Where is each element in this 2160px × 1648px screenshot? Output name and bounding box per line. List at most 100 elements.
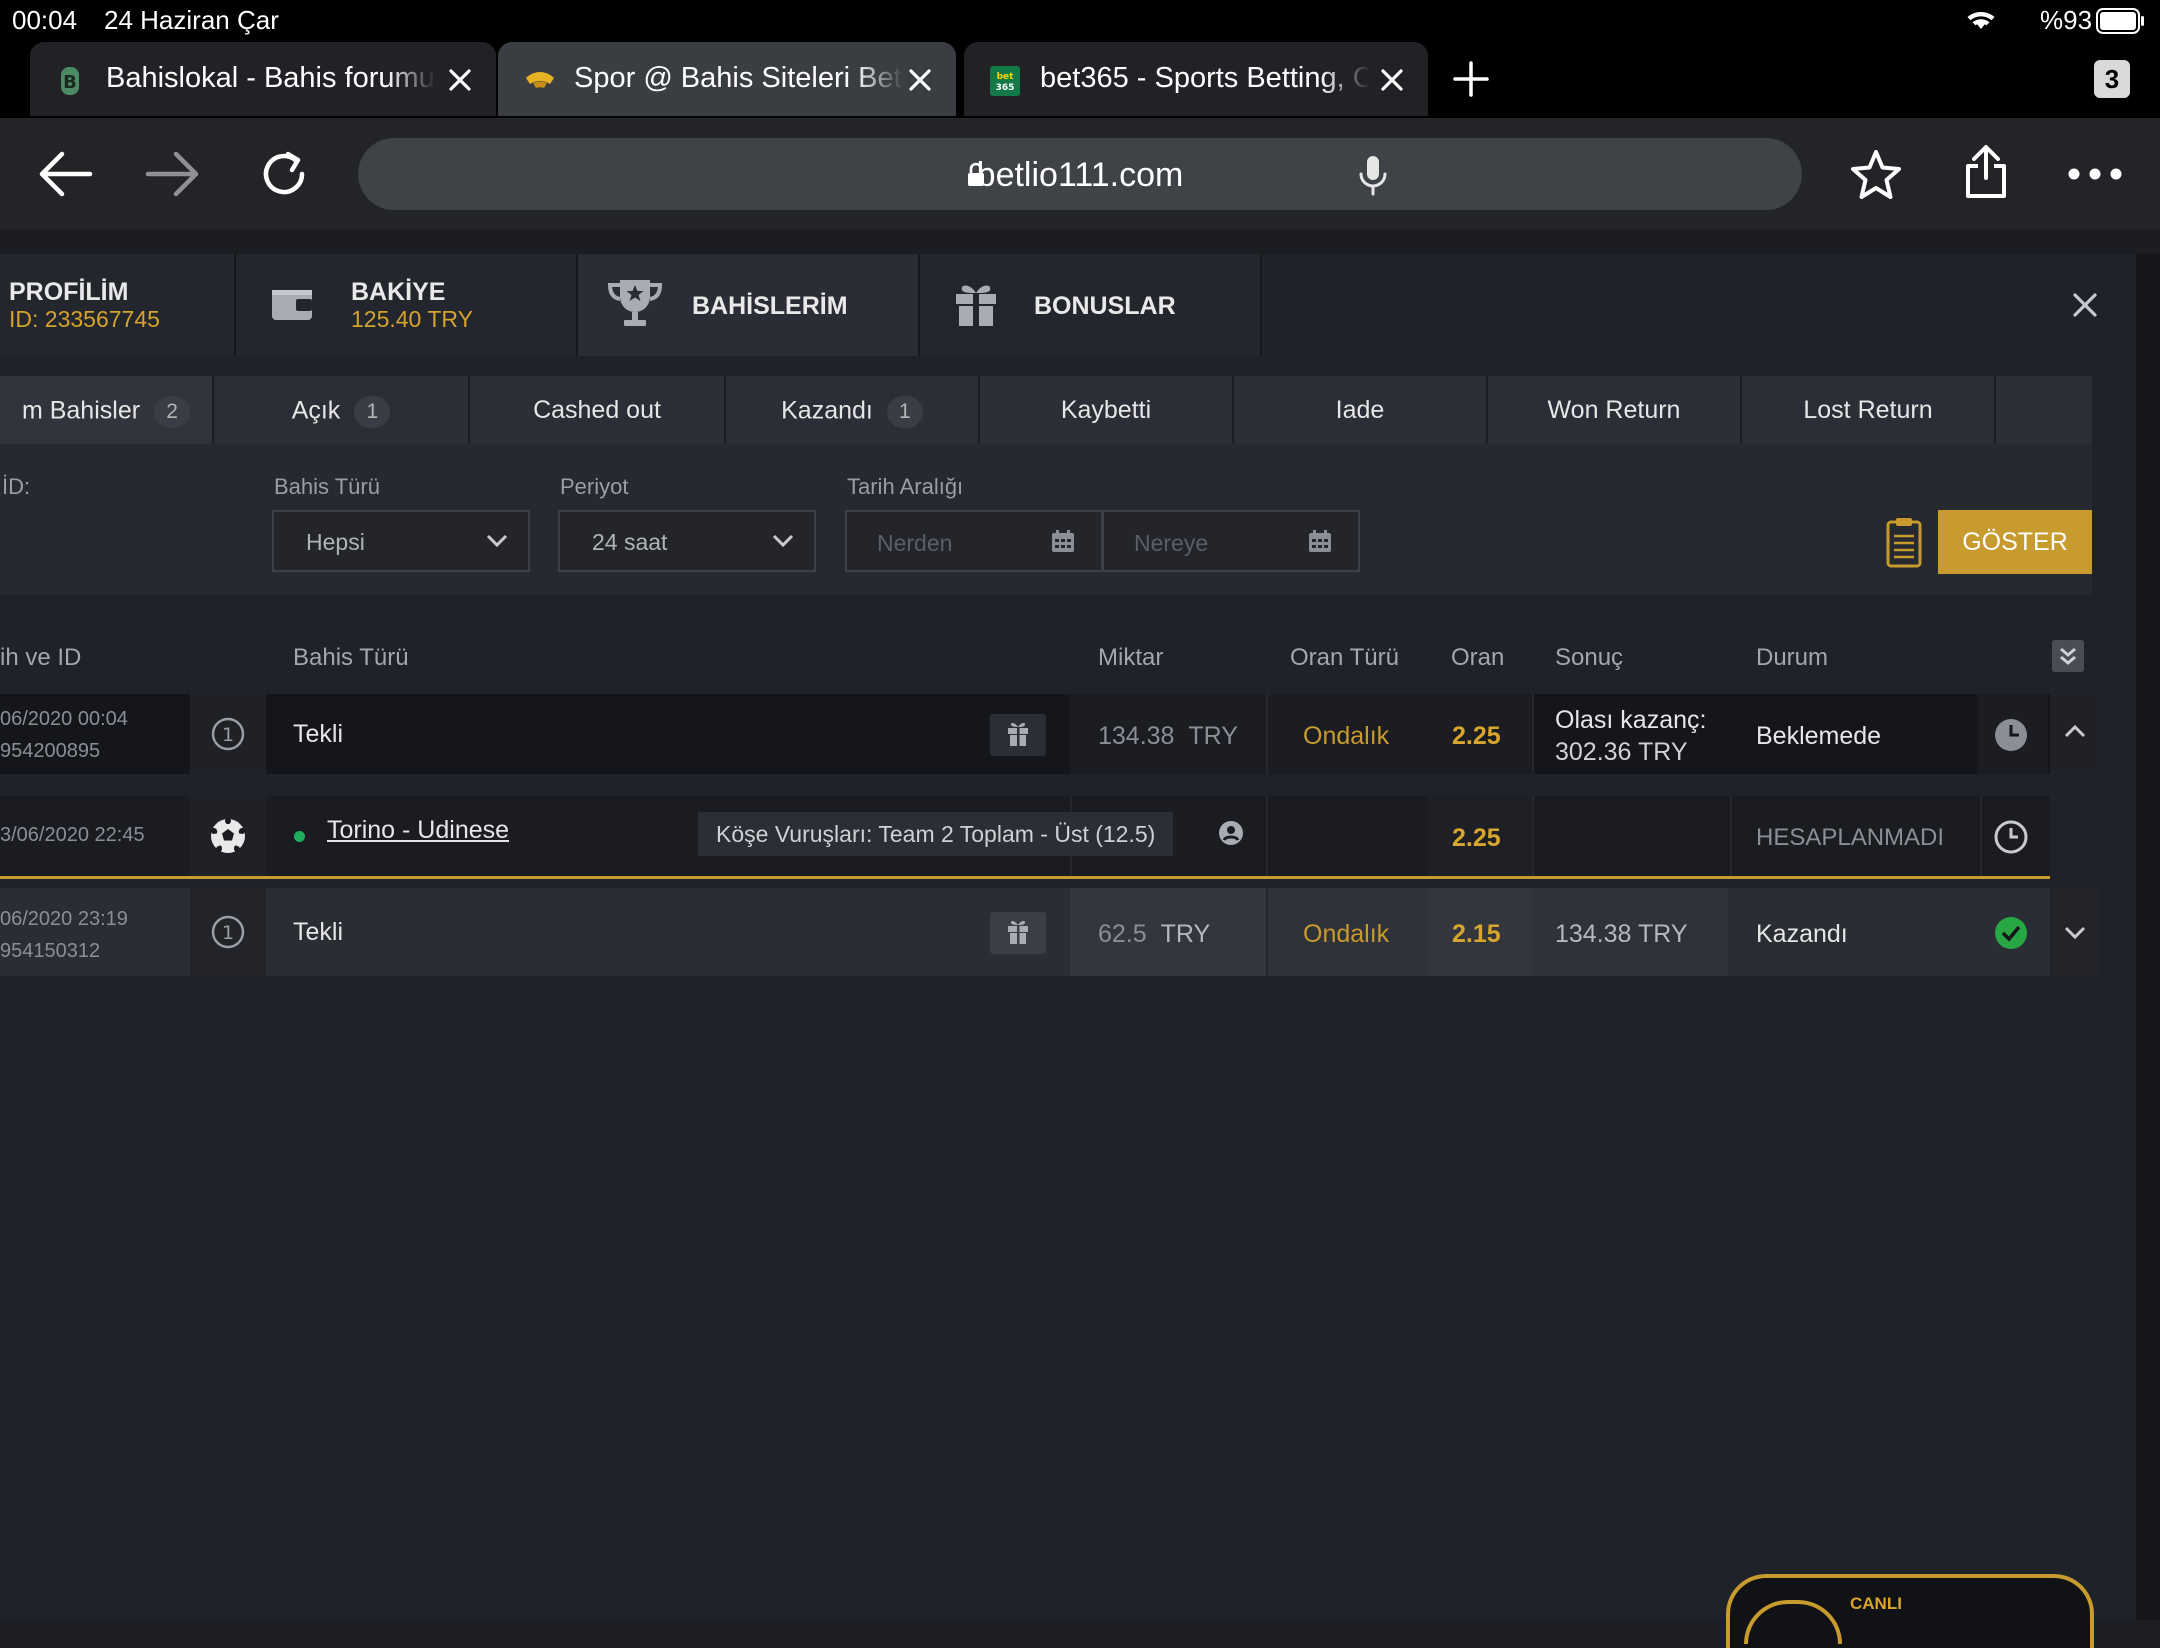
svg-text:B: B [63, 72, 77, 93]
chevron-down-icon [486, 534, 508, 548]
battery-percent: %93 [2040, 5, 2093, 35]
profile-title: PROFİLİM [9, 278, 129, 306]
bookmark-star-icon[interactable] [1848, 148, 1904, 202]
tab-all-bets[interactable]: m Bahisler 2 [0, 376, 214, 444]
more-options-icon[interactable] [2068, 168, 2122, 180]
tab-title: bet365 - Sports Betting, C [1040, 62, 1370, 94]
chevron-up-icon[interactable] [2064, 724, 2086, 738]
tab-lost[interactable]: Kaybetti [980, 376, 1234, 444]
bonuses-title: BONUSLAR [1034, 292, 1176, 320]
profile-id: ID: 233567745 [9, 306, 160, 332]
odds-value: 2.25 [1452, 722, 1501, 750]
browser-tab-bahislokal[interactable]: B Bahislokal - Bahis forumu [30, 42, 496, 116]
close-tab-icon[interactable] [1378, 66, 1406, 94]
tab-cashed-out[interactable]: Cashed out [470, 376, 726, 444]
wallet-icon [270, 284, 314, 324]
bet-type: Tekli [293, 918, 344, 946]
calendar-icon [1051, 529, 1075, 553]
status-time: 00:04 [12, 5, 78, 35]
info-icon[interactable] [1218, 820, 1244, 846]
tab-open[interactable]: Açık 1 [214, 376, 470, 444]
gift-icon[interactable] [990, 714, 1046, 756]
calendar-icon [1308, 529, 1332, 553]
table-row[interactable]: 06/2020 00:04 954200895 1 Tekli 134.38 T… [0, 694, 2100, 774]
bonuses-tab[interactable]: BONUSLAR [920, 254, 1262, 356]
tab-count-button[interactable]: 3 [2094, 60, 2130, 98]
live-button[interactable]: CANLI [1726, 1574, 2094, 1648]
potential-win-amount: 302.36 TRY [1555, 738, 1688, 766]
bet-id: 954150312 [0, 940, 101, 962]
new-tab-icon[interactable] [1452, 60, 1490, 98]
chevron-down-icon[interactable] [2064, 926, 2086, 940]
match-link[interactable]: Torino - Udinese [327, 816, 509, 845]
bet-date: 06/2020 00:04 [0, 708, 128, 730]
clipboard-icon[interactable] [1886, 516, 1922, 568]
pending-clock-icon [1994, 718, 2028, 752]
tab-won[interactable]: Kazandı 1 [726, 376, 980, 444]
tab-lost-return[interactable]: Lost Return [1742, 376, 1996, 444]
selection-row[interactable]: 3/06/2020 22:45 Torino - Udinese Köşe Vu… [0, 796, 2050, 879]
date-to-input[interactable]: Nereye [1102, 510, 1360, 572]
odds-type: Ondalık [1303, 920, 1390, 948]
tab-refund[interactable]: Iade [1234, 376, 1488, 444]
period-select[interactable]: 24 saat [558, 510, 816, 572]
address-bar[interactable]: betlio111.com [358, 138, 1802, 210]
balance-tab[interactable]: BAKİYE 125.40 TRY [236, 254, 578, 356]
single-bet-icon: 1 [210, 716, 246, 752]
bet-amount: 134.38 TRY [1098, 722, 1238, 750]
potential-win-label: Olası kazanç: [1555, 706, 1707, 734]
tab-won-return[interactable]: Won Return [1488, 376, 1742, 444]
close-tab-icon[interactable] [906, 66, 934, 94]
odds-type: Ondalık [1303, 722, 1390, 750]
reload-icon[interactable] [258, 148, 310, 200]
bet365-favicon: bet 365 [990, 66, 1020, 96]
col-result: Sonuç [1555, 644, 1624, 671]
table-row[interactable]: 06/2020 23:19 954150312 1 Tekli 62.5 TRY… [0, 888, 2100, 976]
back-icon[interactable] [36, 150, 94, 198]
bet-type: Tekli [293, 720, 344, 748]
wifi-icon [1966, 8, 1996, 30]
collapse-all-icon[interactable] [2052, 640, 2084, 672]
live-logo-icon [1744, 1600, 1842, 1644]
browser-tab-bet365[interactable]: bet 365 bet365 - Sports Betting, C [964, 42, 1428, 116]
bet-id: 954200895 [0, 740, 101, 762]
bet-type-select[interactable]: Hepsi [272, 510, 530, 572]
status-date: 24 Haziran Çar [104, 5, 279, 35]
battery-icon [2096, 8, 2146, 34]
bet-status-tabs: m Bahisler 2 Açık 1 Cashed out Kazandı 1 Ka… [0, 376, 2092, 447]
close-tab-icon[interactable] [446, 66, 474, 94]
football-icon [210, 818, 246, 854]
balance-amount: 125.40 TRY [351, 306, 473, 332]
svg-text:bet: bet [997, 72, 1015, 82]
gift-icon [952, 280, 1000, 328]
close-panel-icon[interactable] [2072, 292, 2098, 318]
show-button[interactable]: GÖSTER [1938, 510, 2092, 574]
count-badge: 1 [354, 396, 391, 428]
count-badge: 2 [154, 396, 191, 428]
browser-tab-strip: B Bahislokal - Bahis forumu Spor @ Bahis… [0, 40, 2160, 118]
profile-tab[interactable]: PROFİLİM ID: 233567745 [0, 254, 236, 356]
my-bets-tab[interactable]: BAHİSLERİM [578, 254, 920, 356]
count-badge: 1 [886, 396, 923, 428]
selection-status: HESAPLANMADI [1756, 824, 1945, 851]
bet-count: 1 [222, 922, 234, 944]
url-text: betlio111.com [358, 156, 1802, 195]
col-date-id: ih ve ID [0, 644, 82, 671]
col-odds: Oran [1451, 644, 1505, 671]
col-odds-type: Oran Türü [1290, 644, 1399, 671]
date-from-input[interactable]: Nerden [845, 510, 1103, 572]
bet-status: Beklemede [1756, 722, 1882, 750]
chevron-down-icon [772, 534, 794, 548]
col-bet-type: Bahis Türü [293, 644, 409, 671]
forward-icon[interactable] [144, 150, 202, 198]
browser-tab-spor[interactable]: Spor @ Bahis Siteleri Bet [498, 42, 956, 116]
spor-favicon [524, 66, 554, 96]
single-bet-icon: 1 [210, 914, 246, 950]
my-bets-title: BAHİSLERİM [692, 292, 848, 320]
period-label: Periyot [560, 474, 629, 499]
microphone-icon[interactable] [1358, 154, 1388, 196]
trophy-icon [604, 276, 666, 330]
share-icon[interactable] [1962, 144, 2010, 200]
gift-icon[interactable] [990, 912, 1046, 954]
col-status: Durum [1756, 644, 1829, 671]
